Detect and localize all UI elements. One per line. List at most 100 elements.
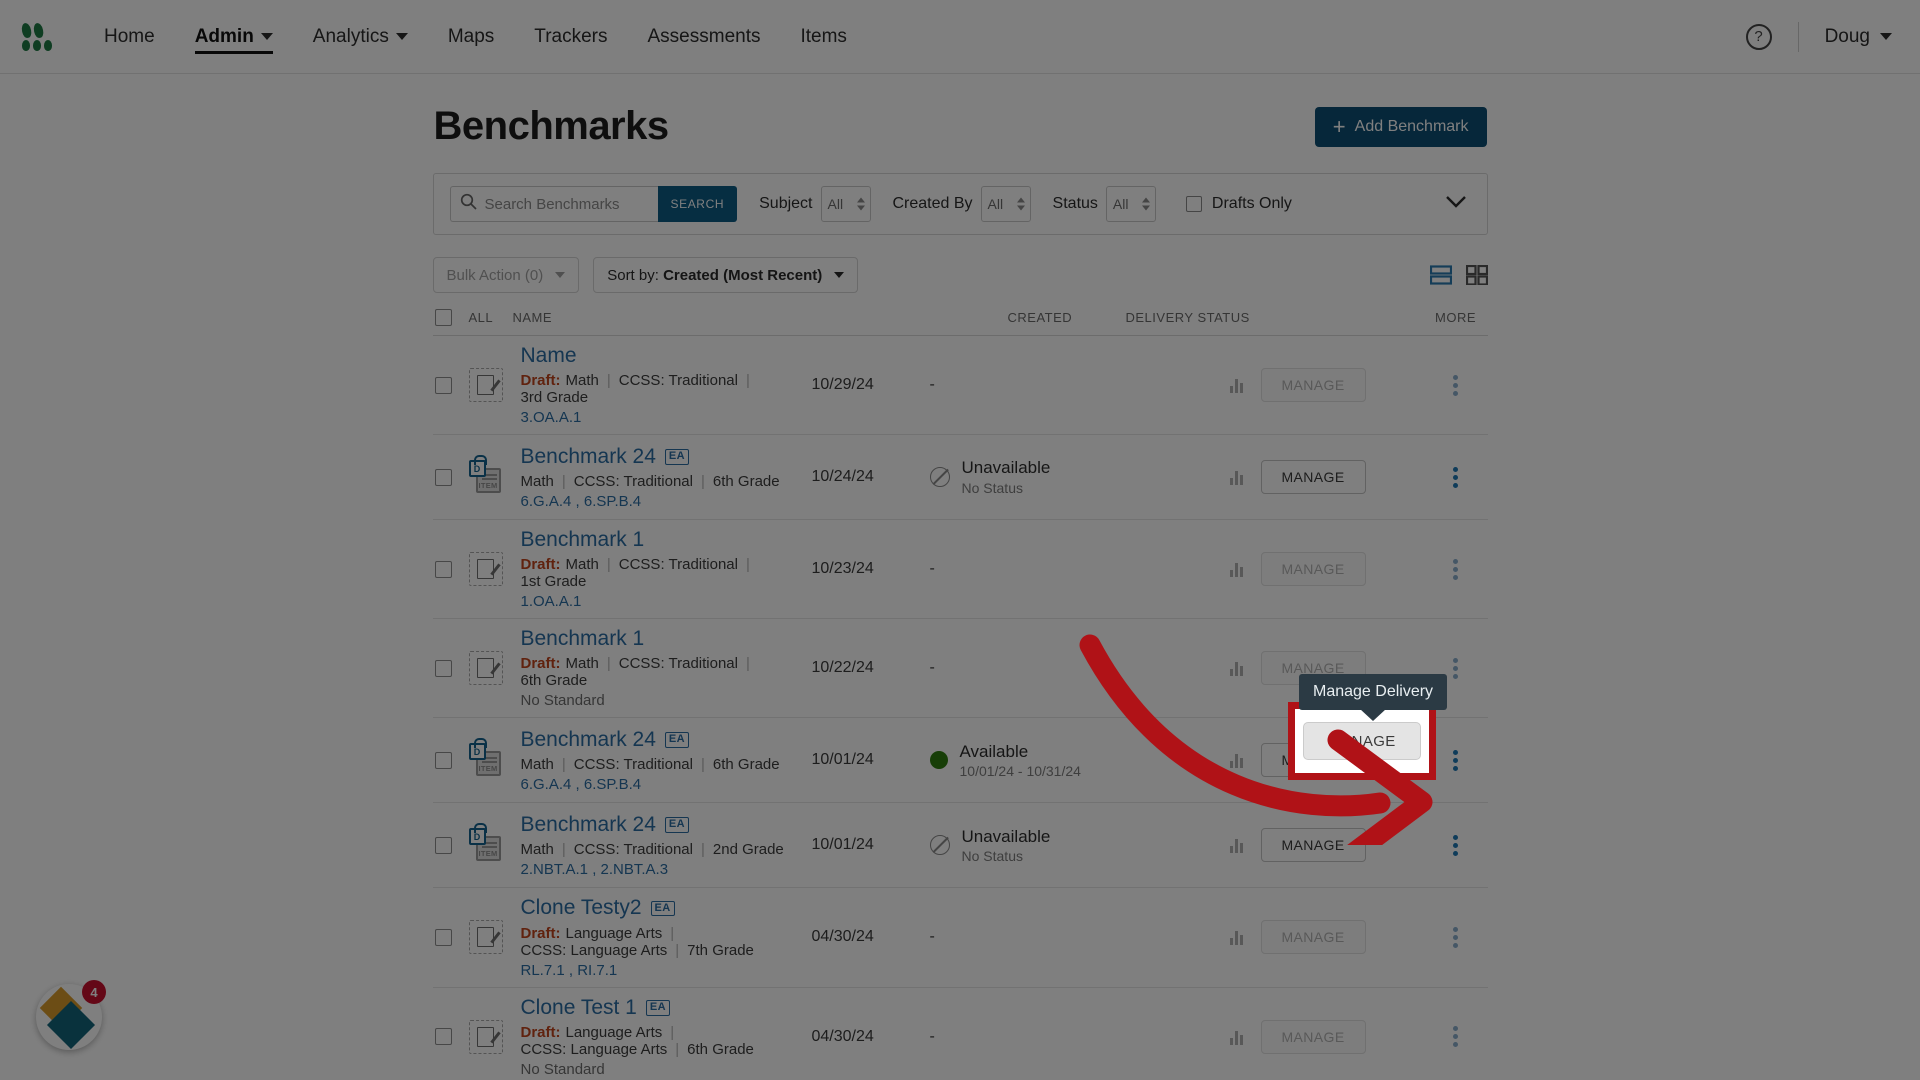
delivery-status-cell: Unavailable No Status [929,826,1230,865]
meta-separator: | [561,472,566,490]
support-widget-button[interactable]: 4 [36,980,106,1050]
nav-item-items[interactable]: Items [780,0,866,74]
benchmark-title-text: Benchmark 24 [520,812,656,836]
manage-delivery-tooltip-label: Manage Delivery [1313,683,1434,700]
delivery-status-cell: - [930,659,1230,677]
benchmark-meta: Math | CCSS: Traditional | 6th Grade [521,756,802,773]
help-icon-glyph: ? [1754,28,1763,45]
status-filter-select[interactable]: All [1105,186,1156,222]
manage-button[interactable]: MANAGE [1260,828,1366,863]
standards-value[interactable]: 2.NBT.A.1 , 2.NBT.A.3 [521,861,802,878]
report-chart-icon[interactable] [1229,752,1243,769]
benchmark-title-text: Benchmark 1 [520,528,645,552]
grid-view-icon[interactable] [1465,265,1488,285]
list-view-icon[interactable] [1429,265,1452,285]
row-select-checkbox[interactable] [434,836,452,854]
row-select-checkbox[interactable] [434,560,452,578]
sort-by-value: Created (Most Recent) [663,266,823,284]
row-select-checkbox[interactable] [434,468,452,486]
search-input[interactable] [449,186,658,222]
more-actions-icon[interactable] [1453,926,1458,948]
nav-label-maps: Maps [447,25,495,47]
row-select-checkbox[interactable] [434,751,452,769]
more-actions-icon[interactable] [1453,749,1458,771]
framework-value: CCSS: Traditional [618,655,738,673]
delivery-status-cell: - [930,560,1230,578]
stepper-arrows-icon [1141,197,1150,211]
report-chart-icon[interactable] [1229,469,1243,486]
user-menu[interactable]: Doug [1825,26,1896,48]
column-header-created: CREATED [1007,310,1073,325]
benchmark-title-link[interactable]: Benchmark 1 [521,528,802,552]
draft-label: Draft: [520,924,561,942]
row-select-checkbox[interactable] [434,1028,452,1046]
standards-value[interactable]: RL.7.1 , RI.7.1 [521,962,802,979]
row-select-checkbox[interactable] [434,376,452,394]
row-select-checkbox[interactable] [434,659,452,677]
status-dash: - [929,1027,935,1045]
add-benchmark-button[interactable]: + Add Benchmark [1314,106,1487,147]
nav-right-group: ? Doug [1745,21,1920,52]
search-button[interactable]: SEARCH [657,186,738,222]
benchmark-title-text: Clone Testy2 [520,896,642,920]
report-chart-icon[interactable] [1229,837,1243,854]
add-benchmark-label: Add Benchmark [1354,117,1469,135]
app-logo-icon[interactable] [20,21,56,51]
grade-value: 7th Grade [687,941,754,959]
more-actions-icon[interactable] [1453,1026,1458,1048]
benchmark-title-link[interactable]: Clone Testy2 EA [521,896,802,920]
benchmark-title-text: Benchmark 24 [520,444,656,468]
standards-value[interactable]: 6.G.A.4 , 6.SP.B.4 [521,493,802,510]
column-header-delivery-status: DELIVERY STATUS [1125,310,1250,325]
help-icon[interactable]: ? [1745,23,1772,50]
stepper-arrows-icon [1016,197,1025,211]
delivery-status-cell: Unavailable No Status [929,457,1230,496]
more-actions-icon[interactable] [1453,558,1458,580]
nav-item-analytics[interactable]: Analytics [293,0,428,74]
meta-separator: | [606,372,611,390]
standards-value[interactable]: 6.G.A.4 , 6.SP.B.4 [521,776,802,793]
benchmark-title-link[interactable]: Benchmark 24 EA [521,813,802,837]
more-actions-icon[interactable] [1453,657,1458,679]
nav-item-assessments[interactable]: Assessments [628,0,781,74]
row-select-checkbox[interactable] [434,928,452,946]
report-chart-icon [1229,1029,1243,1045]
select-all-checkbox[interactable] [434,309,469,326]
nav-item-admin[interactable]: Admin [175,0,293,74]
benchmark-title-text: Clone Test 1 [520,995,637,1019]
filter-expand-toggle[interactable] [1439,191,1473,217]
benchmark-title-link[interactable]: Benchmark 24 EA [521,445,802,469]
sort-by-button[interactable]: Sort by: Created (Most Recent) [593,257,859,293]
more-actions-icon[interactable] [1453,466,1458,488]
meta-separator: | [670,1023,675,1041]
drafts-only-checkbox[interactable]: Drafts Only [1185,195,1292,213]
nav-item-home[interactable]: Home [84,0,175,74]
status-text-group: Unavailable No Status [962,457,1051,496]
manage-delivery-button-highlighted[interactable]: MANAGE [1303,722,1421,760]
benchmark-meta: Draft: Math | CCSS: Traditional | 6th Grade [521,655,802,689]
nav-item-maps[interactable]: Maps [428,0,514,74]
benchmark-title-link[interactable]: Name [521,344,802,368]
benchmark-title-link[interactable]: Clone Test 1 EA [521,996,802,1020]
status-sub: 10/01/24 - 10/31/24 [959,762,1081,779]
more-actions-icon[interactable] [1453,834,1458,856]
bulk-action-button[interactable]: Bulk Action (0) [432,257,580,293]
framework-value: CCSS: Language Arts [520,941,668,959]
subject-filter-select[interactable]: All [820,186,871,222]
column-header-more: MORE [1435,310,1476,325]
subject-filter-value: All [827,196,844,212]
standards-value[interactable]: 3.OA.A.1 [521,409,802,426]
status-dash: - [929,928,935,946]
meta-separator: | [700,840,705,858]
benchmark-title-link[interactable]: Benchmark 24 EA [521,728,802,752]
manage-button[interactable]: MANAGE [1260,460,1366,495]
ea-badge: EA [650,900,675,917]
more-actions-icon[interactable] [1453,374,1458,396]
nav-item-trackers[interactable]: Trackers [514,0,627,74]
subject-filter-label: Subject [759,195,813,212]
created-by-filter-select[interactable]: All [980,186,1031,222]
benchmark-title-link[interactable]: Benchmark 1 [521,627,802,651]
benchmark-meta: Math | CCSS: Traditional | 2nd Grade [521,841,802,858]
standards-value[interactable]: 1.OA.A.1 [521,593,802,610]
created-date: 10/23/24 [811,560,874,578]
